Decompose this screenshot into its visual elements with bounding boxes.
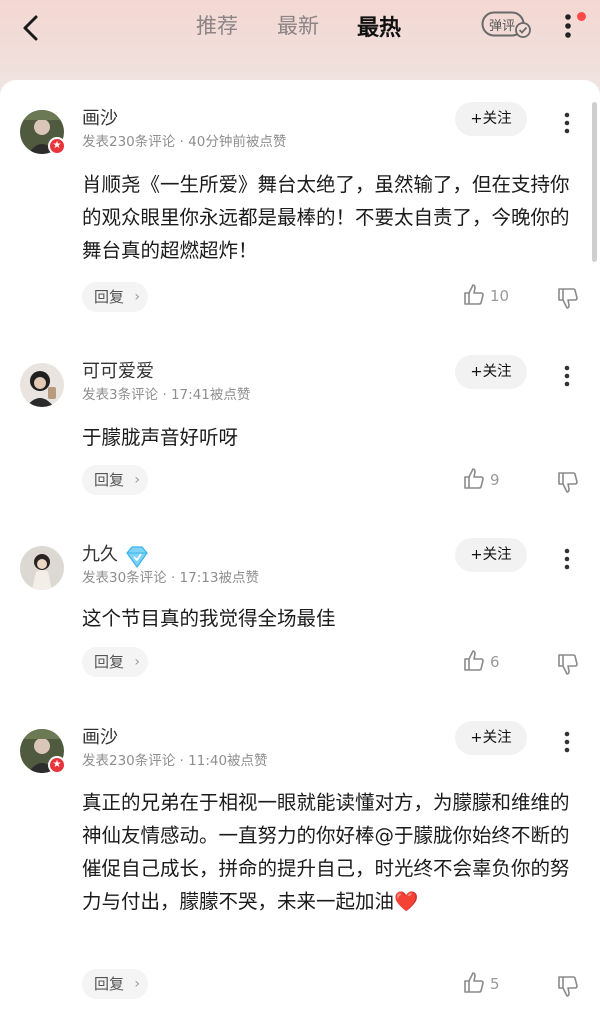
comment-more-button[interactable] — [558, 729, 576, 757]
chevron-right-icon: › — [134, 654, 140, 670]
follow-button[interactable]: +关注 — [455, 538, 527, 572]
comment-text: 于朦胧声音好听呀 — [82, 426, 239, 449]
comment-more-button[interactable] — [558, 546, 576, 574]
follow-button[interactable]: +关注 — [455, 355, 527, 389]
danmu-label: 弹评 — [489, 19, 516, 34]
dislike-button[interactable] — [556, 974, 582, 1002]
tab-hottest[interactable]: 最热 — [357, 10, 401, 42]
top-bar: 推荐 最新 最热 弹评 — [0, 0, 600, 56]
comment-text: 这个节目真的我觉得全场最佳 — [82, 607, 336, 630]
more-vertical-icon — [564, 548, 570, 570]
follow-label: +关注 — [470, 547, 512, 563]
username[interactable]: 九久 — [82, 540, 118, 566]
comment-meta: 发表230条评论 · 40分钟前被点赞 — [82, 134, 287, 150]
reply-label: 回复 — [94, 975, 125, 993]
reply-label: 回复 — [94, 288, 125, 306]
avatar-image — [20, 546, 64, 590]
reply-label: 回复 — [94, 653, 125, 671]
dislike-button[interactable] — [556, 652, 582, 680]
like-button[interactable]: 5 — [462, 971, 522, 999]
like-button[interactable]: 10 — [462, 283, 522, 311]
more-vertical-icon — [564, 112, 570, 134]
chevron-right-icon: › — [134, 289, 140, 305]
like-button[interactable]: 9 — [462, 467, 522, 495]
avatar-image — [20, 363, 64, 407]
username[interactable]: 可可爱爱 — [82, 357, 154, 383]
like-count: 9 — [490, 471, 500, 489]
thumbs-down-icon — [558, 654, 578, 675]
username[interactable]: 画沙 — [82, 723, 118, 749]
like-button[interactable]: 6 — [462, 649, 522, 677]
avatar[interactable] — [20, 546, 64, 590]
comment-text: 真正的兄弟在于相视一眼就能读懂对方，为朦朦和维维的神仙友情感动。一直努力的你好棒… — [82, 791, 570, 913]
follow-label: +关注 — [470, 111, 512, 127]
comment-meta: 发表3条评论 · 17:41被点赞 — [82, 387, 251, 403]
tab-latest[interactable]: 最新 — [277, 10, 319, 40]
diamond-badge-icon — [126, 546, 148, 568]
comment-text: 肖顺尧《一生所爱》舞台太绝了，虽然输了，但在支持你的观众眼里你永远都是最棒的！不… — [82, 173, 570, 262]
more-vertical-icon — [564, 731, 570, 753]
thumbs-down-icon — [558, 472, 578, 493]
more-vertical-icon — [564, 365, 570, 387]
reply-button[interactable]: 回复 › — [82, 647, 148, 677]
like-count: 5 — [490, 975, 500, 993]
comment-more-button[interactable] — [558, 363, 576, 391]
dislike-button[interactable] — [556, 470, 582, 498]
thumbs-up-icon — [464, 650, 484, 671]
reply-button[interactable]: 回复 › — [82, 465, 148, 495]
comment-meta: 发表230条评论 · 11:40被点赞 — [82, 753, 268, 769]
dislike-button[interactable] — [556, 286, 582, 314]
comment-meta: 发表30条评论 · 17:13被点赞 — [82, 570, 259, 586]
avatar[interactable] — [20, 363, 64, 407]
danmu-comment-button[interactable]: 弹评 — [481, 11, 533, 39]
thumbs-down-icon — [558, 976, 578, 997]
follow-label: +关注 — [470, 730, 512, 746]
thumbs-up-icon — [464, 468, 484, 489]
scrollbar[interactable] — [592, 102, 597, 262]
chevron-right-icon: › — [134, 472, 140, 488]
verified-badge-icon: ★ — [48, 137, 66, 155]
notification-dot — [577, 12, 586, 21]
username[interactable]: 画沙 — [82, 104, 118, 130]
follow-button[interactable]: +关注 — [455, 102, 527, 136]
tab-recommended[interactable]: 推荐 — [196, 10, 238, 40]
chevron-right-icon: › — [134, 976, 140, 992]
reply-label: 回复 — [94, 471, 125, 489]
reply-button[interactable]: 回复 › — [82, 969, 148, 999]
follow-label: +关注 — [470, 364, 512, 380]
thumbs-up-icon — [464, 972, 484, 993]
like-count: 6 — [490, 653, 500, 671]
like-count: 10 — [490, 287, 510, 305]
follow-button[interactable]: +关注 — [455, 721, 527, 755]
verified-badge-icon: ★ — [48, 756, 66, 774]
thumbs-up-icon — [464, 284, 484, 305]
comment-more-button[interactable] — [558, 110, 576, 138]
reply-button[interactable]: 回复 › — [82, 282, 148, 312]
thumbs-down-icon — [558, 288, 578, 309]
